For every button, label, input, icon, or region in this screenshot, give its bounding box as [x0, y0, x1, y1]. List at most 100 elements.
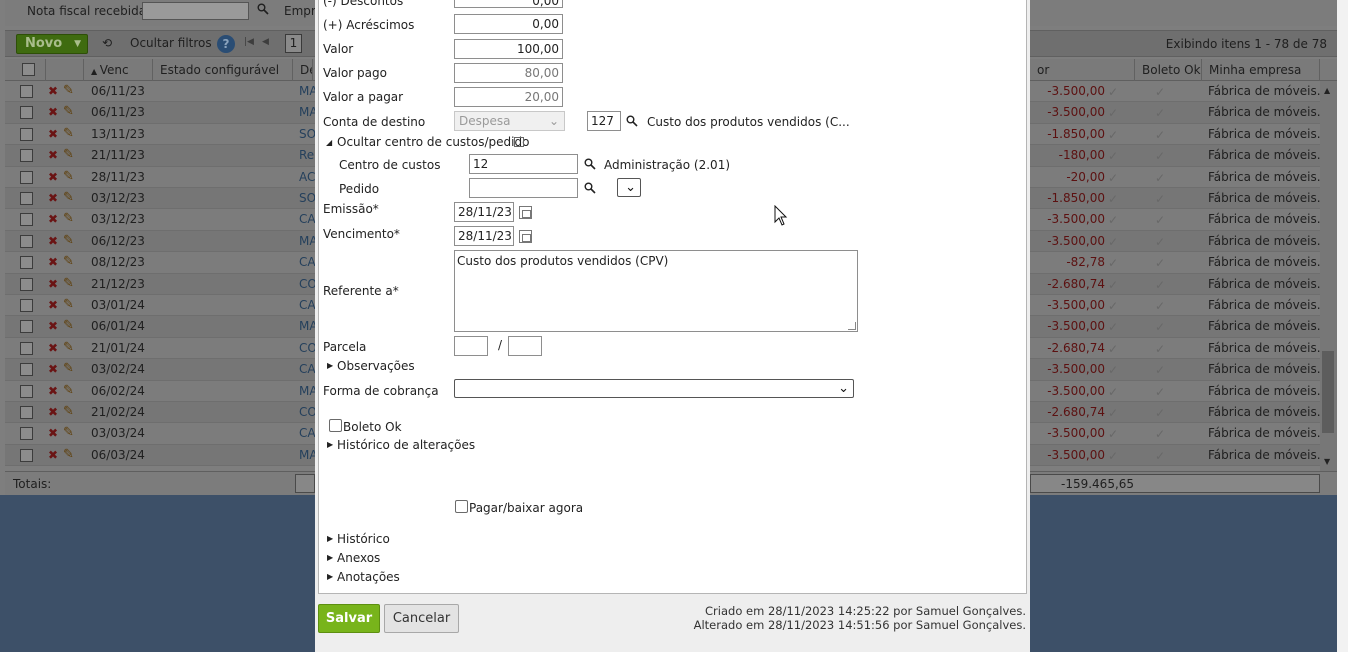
ocultar-centro-link[interactable]: Ocultar centro de custos/pedido [337, 135, 529, 149]
delete-icon[interactable]: ✖ [48, 362, 58, 376]
pedido-input[interactable] [469, 178, 578, 198]
expand-triangle-icon[interactable]: ▶ [327, 553, 333, 562]
check-icon[interactable]: ✓ [1155, 299, 1165, 313]
cancel-button[interactable]: Cancelar [384, 604, 459, 633]
check-icon[interactable]: ✓ [1155, 213, 1165, 227]
row-checkbox[interactable] [20, 299, 33, 312]
conta-codigo-input[interactable]: 127 [587, 111, 621, 131]
row-checkbox[interactable] [20, 170, 33, 184]
delete-icon[interactable]: ✖ [48, 105, 58, 119]
cell-descricao[interactable]: CA [299, 362, 316, 376]
boleto-ok-checkbox[interactable] [329, 419, 342, 432]
edit-pencil-icon[interactable]: ✎ [63, 361, 74, 376]
help-icon[interactable]: ? [217, 35, 235, 53]
historico-toggle[interactable]: Histórico [337, 532, 390, 546]
header-empresa[interactable]: Minha empresa [1202, 59, 1320, 81]
forma-cobranca-select[interactable]: ⌄ [454, 379, 854, 398]
delete-icon[interactable]: ✖ [48, 127, 58, 141]
search-icon[interactable] [626, 115, 638, 127]
hide-filters-button[interactable]: Ocultar filtros [130, 36, 212, 50]
scroll-thumb[interactable] [1322, 351, 1334, 433]
resize-grip-icon[interactable] [848, 322, 856, 330]
header-venc[interactable]: ▲ Venc [84, 59, 153, 81]
refresh-icon[interactable]: ⟲ [102, 36, 112, 50]
chevron-down-icon[interactable]: ▼ [74, 35, 81, 53]
header-boleto-ok[interactable]: Boleto Ok [1135, 59, 1202, 81]
row-checkbox[interactable] [20, 85, 33, 98]
edit-pencil-icon[interactable]: ✎ [63, 126, 74, 141]
delete-icon[interactable]: ✖ [48, 191, 58, 205]
edit-pencil-icon[interactable]: ✎ [63, 340, 74, 355]
check-icon[interactable]: ✓ [1155, 449, 1165, 463]
anexos-toggle[interactable]: Anexos [337, 551, 380, 565]
centro-custos-input[interactable]: 12 [469, 154, 578, 174]
emissao-input[interactable]: 28/11/23 [454, 202, 514, 222]
calendar-icon[interactable] [519, 230, 532, 243]
header-estado[interactable]: Estado configurável [153, 59, 293, 81]
collapse-triangle-icon[interactable]: ◢ [326, 138, 332, 147]
edit-pencil-icon[interactable]: ✎ [63, 169, 74, 184]
edit-pencil-icon[interactable]: ✎ [63, 83, 74, 98]
list-icon[interactable] [514, 137, 524, 147]
edit-pencil-icon[interactable]: ✎ [63, 383, 74, 398]
edit-pencil-icon[interactable]: ✎ [63, 147, 74, 162]
delete-icon[interactable]: ✖ [48, 170, 58, 184]
edit-pencil-icon[interactable]: ✎ [63, 297, 74, 312]
new-button[interactable]: Novo ▼ [16, 34, 88, 54]
row-checkbox[interactable] [20, 363, 33, 377]
delete-icon[interactable]: ✖ [48, 341, 58, 355]
edit-pencil-icon[interactable]: ✎ [63, 104, 74, 119]
row-checkbox[interactable] [20, 149, 33, 163]
row-checkbox[interactable] [20, 234, 33, 248]
historico-alteracoes-toggle[interactable]: Histórico de alterações [337, 438, 475, 452]
delete-icon[interactable]: ✖ [48, 255, 58, 269]
anotacoes-toggle[interactable]: Anotações [337, 570, 400, 584]
observacoes-toggle[interactable]: Observações [337, 359, 415, 373]
pagar-baixar-checkbox[interactable] [455, 500, 468, 513]
cell-descricao[interactable]: CA [299, 212, 316, 226]
cell-descricao[interactable]: Re [299, 148, 314, 162]
calendar-icon[interactable] [519, 206, 532, 219]
delete-icon[interactable]: ✖ [48, 426, 58, 440]
delete-icon[interactable]: ✖ [48, 384, 58, 398]
cell-descricao[interactable]: SO [299, 191, 316, 205]
edit-pencil-icon[interactable]: ✎ [63, 254, 74, 269]
descontos-input[interactable]: 0,00 [454, 0, 563, 8]
check-icon[interactable]: ✓ [1155, 406, 1165, 420]
check-icon[interactable]: ✓ [1155, 342, 1165, 356]
row-checkbox[interactable] [20, 341, 33, 355]
delete-icon[interactable]: ✖ [48, 277, 58, 291]
prev-page-icon[interactable]: ◀ [262, 37, 269, 47]
page-number-input[interactable]: 1 [285, 34, 302, 53]
delete-icon[interactable]: ✖ [48, 298, 58, 312]
row-checkbox[interactable] [20, 213, 33, 227]
check-icon[interactable]: ✓ [1155, 149, 1165, 163]
delete-icon[interactable]: ✖ [48, 148, 58, 162]
search-icon[interactable] [584, 182, 596, 194]
header-valor[interactable]: or [1030, 59, 1135, 81]
edit-pencil-icon[interactable]: ✎ [63, 211, 74, 226]
parcela-numero-input[interactable] [454, 336, 488, 356]
edit-pencil-icon[interactable]: ✎ [63, 447, 74, 462]
save-button[interactable]: Salvar [318, 604, 380, 633]
pedido-select[interactable]: ⌄ [617, 178, 641, 197]
check-icon[interactable]: ✓ [1155, 427, 1165, 441]
edit-pencil-icon[interactable]: ✎ [63, 318, 74, 333]
expand-triangle-icon[interactable]: ▶ [327, 361, 333, 370]
expand-triangle-icon[interactable]: ▶ [327, 572, 333, 581]
check-icon[interactable]: ✓ [1155, 235, 1165, 249]
row-checkbox[interactable] [20, 192, 33, 205]
vencimento-input[interactable]: 28/11/23 [454, 226, 514, 246]
check-icon[interactable]: ✓ [1155, 256, 1165, 270]
row-checkbox[interactable] [20, 277, 33, 291]
delete-icon[interactable]: ✖ [48, 405, 58, 419]
cell-descricao[interactable]: SO [299, 127, 316, 141]
first-page-icon[interactable]: |◀ [244, 37, 254, 47]
acrescimos-input[interactable]: 0,00 [454, 14, 563, 34]
check-icon[interactable]: ✓ [1155, 363, 1165, 377]
cell-descricao[interactable]: CA [299, 426, 316, 440]
cell-descricao[interactable]: CA [299, 255, 316, 269]
check-icon[interactable]: ✓ [1155, 128, 1165, 142]
search-icon[interactable] [584, 158, 596, 170]
check-icon[interactable]: ✓ [1155, 192, 1165, 206]
